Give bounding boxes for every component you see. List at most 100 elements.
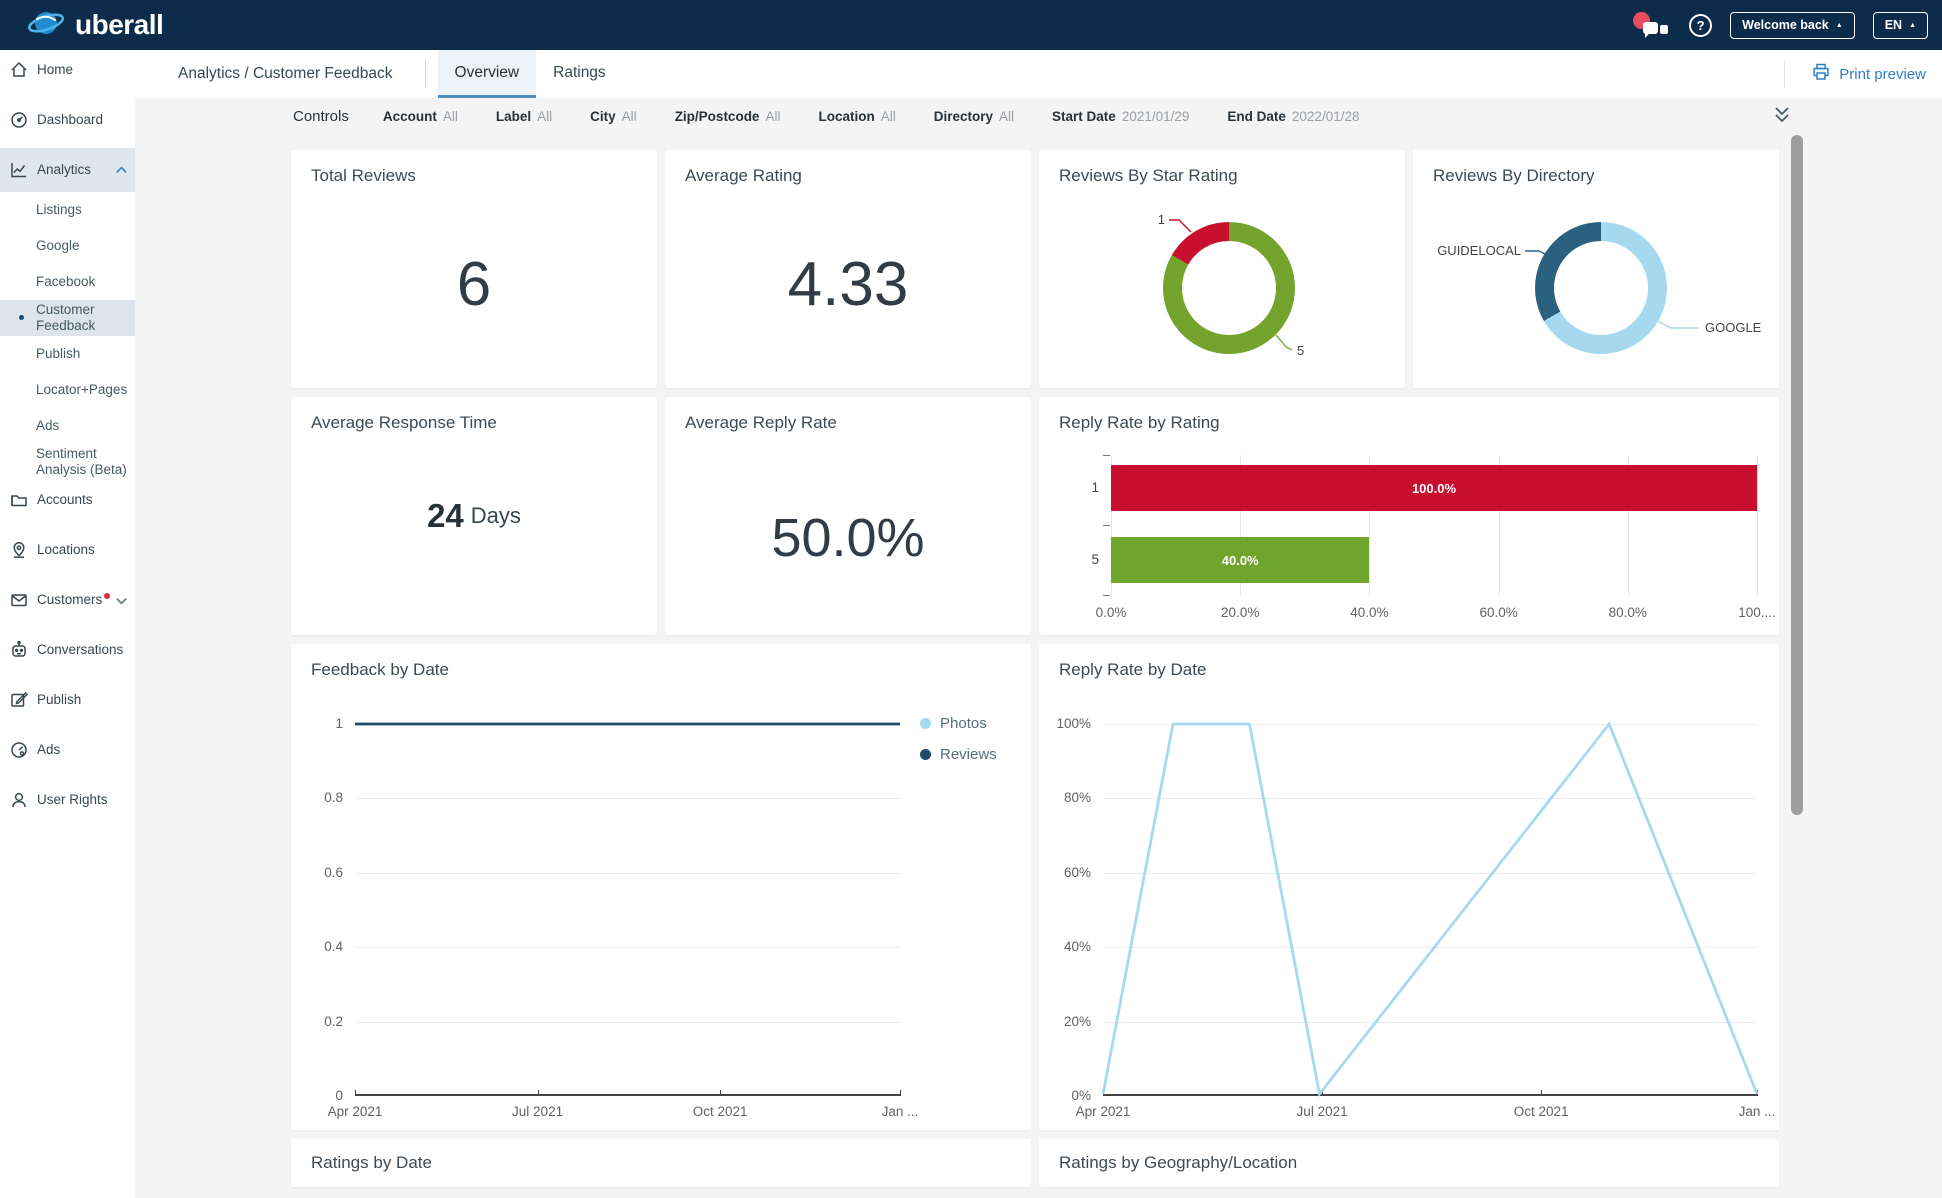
- sidebar-item-google[interactable]: Google: [0, 228, 135, 264]
- legend-item-reviews[interactable]: Reviews: [920, 739, 997, 770]
- sidebar-item-label: Customer Feedback: [36, 302, 128, 335]
- card-title: Reply Rate by Rating: [1059, 413, 1220, 433]
- language-menu-button[interactable]: EN ▲: [1873, 12, 1928, 39]
- publish-icon: [9, 690, 30, 711]
- x-tick-label: 60.0%: [1479, 605, 1517, 620]
- response-time-unit: Days: [471, 503, 521, 529]
- ratings-by-geography-card: Ratings by Geography/Location: [1039, 1139, 1779, 1187]
- vertical-scrollbar[interactable]: [1791, 135, 1803, 815]
- x-tick-label: Jan ...: [1739, 1104, 1776, 1119]
- welcome-back-menu-button[interactable]: Welcome back ▲: [1730, 12, 1855, 39]
- filter-start-date[interactable]: Start Date2021/01/29: [1052, 109, 1189, 124]
- uberall-logo[interactable]: uberall: [26, 6, 163, 45]
- y-tick-label: 60%: [1039, 865, 1091, 880]
- help-icon[interactable]: ?: [1689, 14, 1712, 37]
- filter-value: All: [622, 109, 637, 124]
- notifications-chat-icon[interactable]: [1633, 9, 1671, 41]
- sidebar-item-user-rights[interactable]: User Rights: [0, 786, 135, 814]
- x-tick-label: 0.0%: [1096, 605, 1127, 620]
- card-title: Feedback by Date: [311, 660, 449, 680]
- bar-value-label: 100.0%: [1412, 481, 1456, 496]
- filter-directory[interactable]: DirectoryAll: [934, 109, 1014, 124]
- chat-bubble-icon: [1643, 22, 1658, 34]
- sidebar-item-locations[interactable]: Locations: [0, 536, 135, 564]
- filters: AccountAllLabelAllCityAllZip/PostcodeAll…: [383, 109, 1360, 124]
- average-reply-rate-card: Average Reply Rate 50.0%: [665, 397, 1031, 635]
- y-tick-label: 0.4: [291, 939, 343, 954]
- sidebar-item-label: Conversations: [37, 642, 123, 658]
- sidebar-item-home[interactable]: Home: [0, 56, 135, 84]
- sidebar-item-sentiment-analysis-beta[interactable]: Sentiment Analysis (Beta): [0, 444, 135, 480]
- reply-rate-by-date-card: Reply Rate by Date 100%80%60%40%20%0% Ap…: [1039, 644, 1779, 1130]
- page-header: Analytics / Customer Feedback OverviewRa…: [135, 50, 1942, 98]
- collapse-controls-chevron-icon[interactable]: [1772, 105, 1792, 130]
- sidebar-item-publish[interactable]: Publish: [0, 336, 135, 372]
- sidebar-item-analytics[interactable]: Analytics: [0, 148, 135, 192]
- print-preview-button[interactable]: Print preview: [1811, 50, 1926, 98]
- sidebar-item-locator-pages[interactable]: Locator+Pages: [0, 372, 135, 408]
- card-title: Ratings by Date: [311, 1153, 432, 1173]
- tab-overview[interactable]: Overview: [438, 50, 537, 98]
- legend-label: Photos: [940, 715, 987, 732]
- sidebar-item-customer-feedback[interactable]: Customer Feedback: [0, 300, 135, 336]
- filter-city[interactable]: CityAll: [590, 109, 637, 124]
- card-title: Reviews By Star Rating: [1059, 166, 1238, 186]
- filter-label: Zip/Postcode: [675, 109, 760, 124]
- customers-notification-dot: [104, 593, 110, 599]
- filter-end-date[interactable]: End Date2022/01/28: [1227, 109, 1359, 124]
- x-tick-label: 100....: [1738, 605, 1776, 620]
- x-tick-label: Jan ...: [882, 1104, 919, 1119]
- printer-icon: [1811, 62, 1831, 87]
- line-series: [355, 724, 900, 1094]
- sidebar-item-ads[interactable]: Ads: [0, 736, 135, 764]
- bar-rating-1: 100.0%: [1111, 465, 1757, 511]
- sidebar-item-label: Sentiment Analysis (Beta): [36, 446, 128, 479]
- sidebar-item-ads[interactable]: Ads: [0, 408, 135, 444]
- sidebar-item-conversations[interactable]: Conversations: [0, 636, 135, 664]
- directory-donut-chart: [1535, 222, 1667, 354]
- y-tick-label: 80%: [1039, 790, 1091, 805]
- tab-ratings[interactable]: Ratings: [536, 50, 623, 98]
- svg-text:5: 5: [1297, 343, 1304, 358]
- feedback-by-date-card: Feedback by Date 10.80.60.40.20 Apr 2021…: [291, 644, 1031, 1130]
- filter-label[interactable]: LabelAll: [496, 109, 552, 124]
- sidebar-item-listings[interactable]: Listings: [0, 192, 135, 228]
- filter-value: All: [537, 109, 552, 124]
- filter-location[interactable]: LocationAll: [818, 109, 895, 124]
- sidebar-item-dashboard[interactable]: Dashboard: [0, 106, 135, 134]
- x-tick-label: 20.0%: [1221, 605, 1259, 620]
- x-tick-label: 80.0%: [1609, 605, 1647, 620]
- controls-bar: Controls AccountAll LabelAll CityAll Zip/Po…: [135, 98, 1942, 135]
- x-tick-label: Oct 2021: [1514, 1104, 1569, 1119]
- y-tick-label: 20%: [1039, 1014, 1091, 1029]
- brand-name: uberall: [75, 9, 163, 41]
- dashboard-icon: [9, 110, 30, 131]
- sidebar-item-label: User Rights: [37, 792, 108, 808]
- y-tick-label: 40%: [1039, 939, 1091, 954]
- controls-title: Controls: [293, 108, 349, 125]
- sidebar-item-facebook[interactable]: Facebook: [0, 264, 135, 300]
- average-response-time-card: Average Response Time 24 Days: [291, 397, 657, 635]
- filter-zip-postcode[interactable]: Zip/PostcodeAll: [675, 109, 781, 124]
- axis-tick: [1103, 595, 1110, 596]
- average-rating-card: Average Rating 4.33: [665, 150, 1031, 388]
- caret-up-icon: ▲: [1909, 22, 1916, 29]
- axis-tick: [1103, 525, 1110, 526]
- breadcrumb: Analytics / Customer Feedback: [178, 65, 393, 83]
- svg-text:GUIDELOCAL: GUIDELOCAL: [1437, 243, 1521, 258]
- sidebar-item-label: Publish: [36, 346, 128, 362]
- filter-account[interactable]: AccountAll: [383, 109, 458, 124]
- feedback-line-chart: [355, 724, 900, 1096]
- chevron-down-icon: [114, 593, 129, 608]
- legend-item-photos[interactable]: Photos: [920, 708, 997, 739]
- x-tick-label: Oct 2021: [693, 1104, 748, 1119]
- language-label: EN: [1885, 18, 1902, 32]
- sidebar-item-label: Listings: [36, 202, 128, 218]
- sidebar-item-publish[interactable]: Publish: [0, 686, 135, 714]
- filter-label: Directory: [934, 109, 993, 124]
- sidebar-item-customers[interactable]: Customers: [0, 586, 135, 614]
- sidebar-item-accounts[interactable]: Accounts: [0, 486, 135, 514]
- filter-label: Start Date: [1052, 109, 1116, 124]
- bar-value-label: 40.0%: [1222, 553, 1259, 568]
- sidebar-item-label: Facebook: [36, 274, 128, 290]
